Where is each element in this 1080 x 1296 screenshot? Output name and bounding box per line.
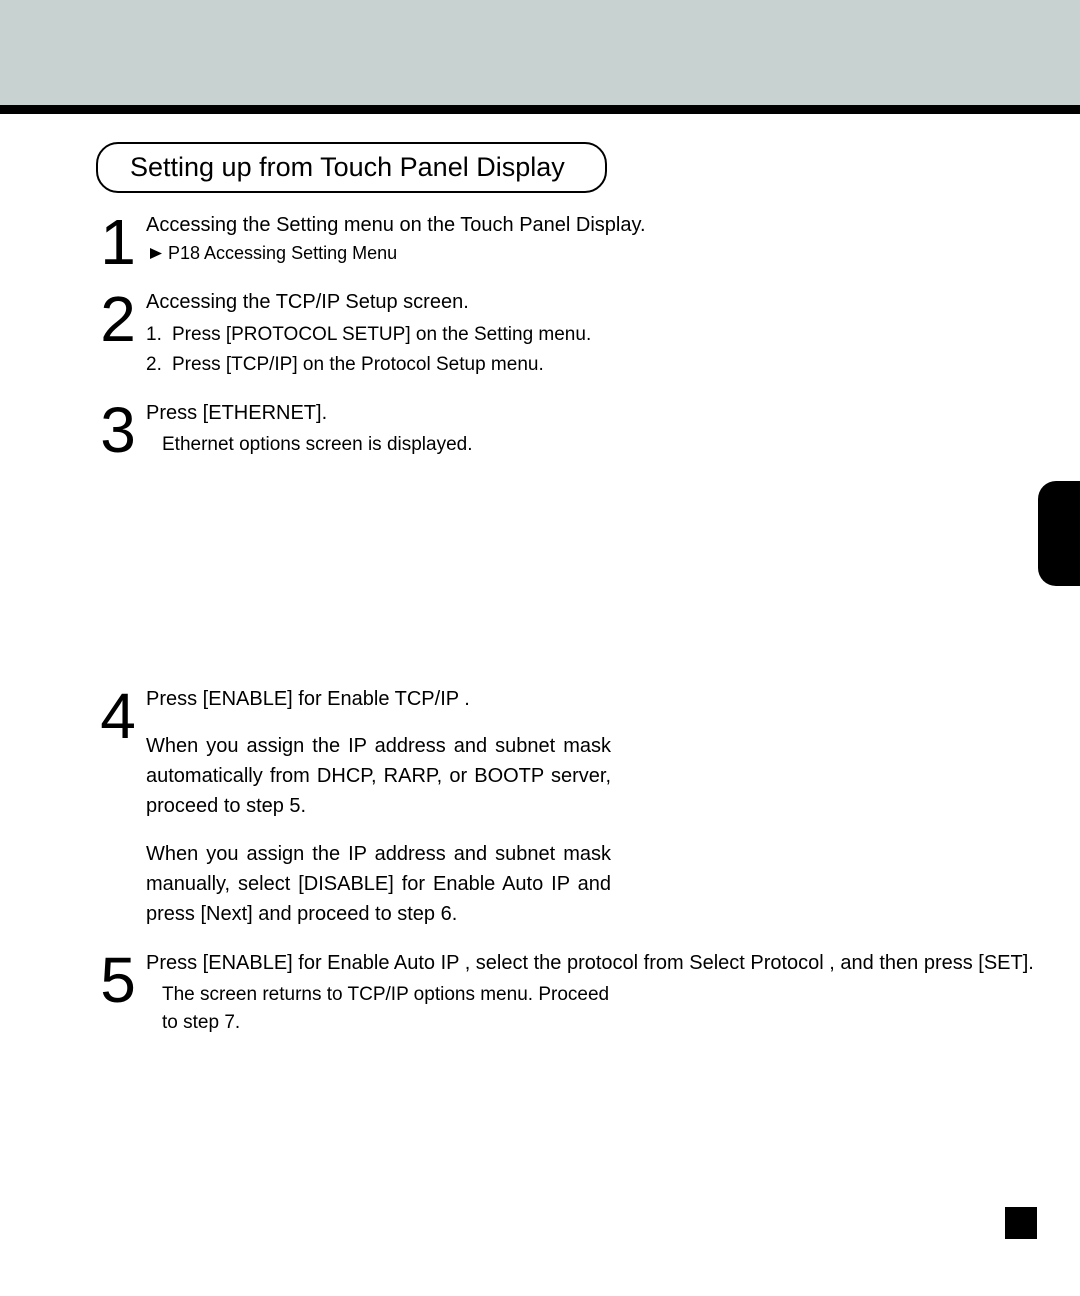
step-2-title: Accessing the TCP/IP Setup screen. (146, 288, 1080, 316)
section-heading: Setting up from Touch Panel Display (96, 142, 607, 193)
step-1-reference-text: P18 Accessing Setting Menu (168, 243, 397, 264)
step-3-note: Ethernet options screen is displayed. (162, 431, 1080, 460)
step-2-substeps: 1. Press [PROTOCOL SETUP] on the Setting… (146, 320, 1080, 379)
step-5-note: The screen returns to TCP/IP options men… (162, 981, 612, 1038)
step-5: 5 Press [ENABLE] for Enable Auto IP , se… (96, 949, 1080, 1038)
reference-arrow-icon (150, 243, 164, 264)
step-number-2: 2 (96, 288, 140, 345)
step-number-4: 4 (96, 685, 140, 742)
step-3-title: Press [ETHERNET]. (146, 399, 1080, 427)
step-4: 4 Press [ENABLE] for Enable TCP/IP . Whe… (96, 685, 1080, 929)
substep-number: 2. (146, 350, 172, 379)
step-2-substep-2: 2. Press [TCP/IP] on the Protocol Setup … (146, 350, 1080, 379)
step-2: 2 Accessing the TCP/IP Setup screen. 1. … (96, 288, 1080, 379)
step-1-reference: P18 Accessing Setting Menu (150, 243, 1080, 264)
step-4-title: Press [ENABLE] for Enable TCP/IP . (146, 685, 611, 713)
step-1-body: Accessing the Setting menu on the Touch … (146, 211, 1080, 264)
step-4-paragraph-2: When you assign the IP address and subne… (146, 839, 611, 929)
page-content: Setting up from Touch Panel Display 1 Ac… (0, 114, 1080, 1038)
step-2-substep-1: 1. Press [PROTOCOL SETUP] on the Setting… (146, 320, 1080, 349)
step-5-body: Press [ENABLE] for Enable Auto IP , sele… (146, 949, 1080, 1038)
substep-number: 1. (146, 320, 172, 349)
side-tab-marker (1038, 481, 1080, 586)
step-4-body: Press [ENABLE] for Enable TCP/IP . When … (146, 685, 1080, 929)
step-2-body: Accessing the TCP/IP Setup screen. 1. Pr… (146, 288, 1080, 379)
step-number-1: 1 (96, 211, 140, 268)
step-3: 3 Press [ETHERNET]. Ethernet options scr… (96, 399, 1080, 460)
top-gray-band (0, 0, 1080, 105)
step-number-5: 5 (96, 949, 140, 1006)
step-5-title: Press [ENABLE] for Enable Auto IP , sele… (146, 949, 1080, 977)
step-number-3: 3 (96, 399, 140, 456)
substep-text: Press [PROTOCOL SETUP] on the Setting me… (172, 320, 591, 349)
top-horizontal-rule (0, 105, 1080, 114)
substep-text: Press [TCP/IP] on the Protocol Setup men… (172, 350, 544, 379)
step-4-paragraph-1: When you assign the IP address and subne… (146, 731, 611, 821)
step-1-title: Accessing the Setting menu on the Touch … (146, 211, 1080, 239)
step-3-body: Press [ETHERNET]. Ethernet options scree… (146, 399, 1080, 460)
page-corner-marker (1005, 1207, 1037, 1239)
step-1: 1 Accessing the Setting menu on the Touc… (96, 211, 1080, 268)
